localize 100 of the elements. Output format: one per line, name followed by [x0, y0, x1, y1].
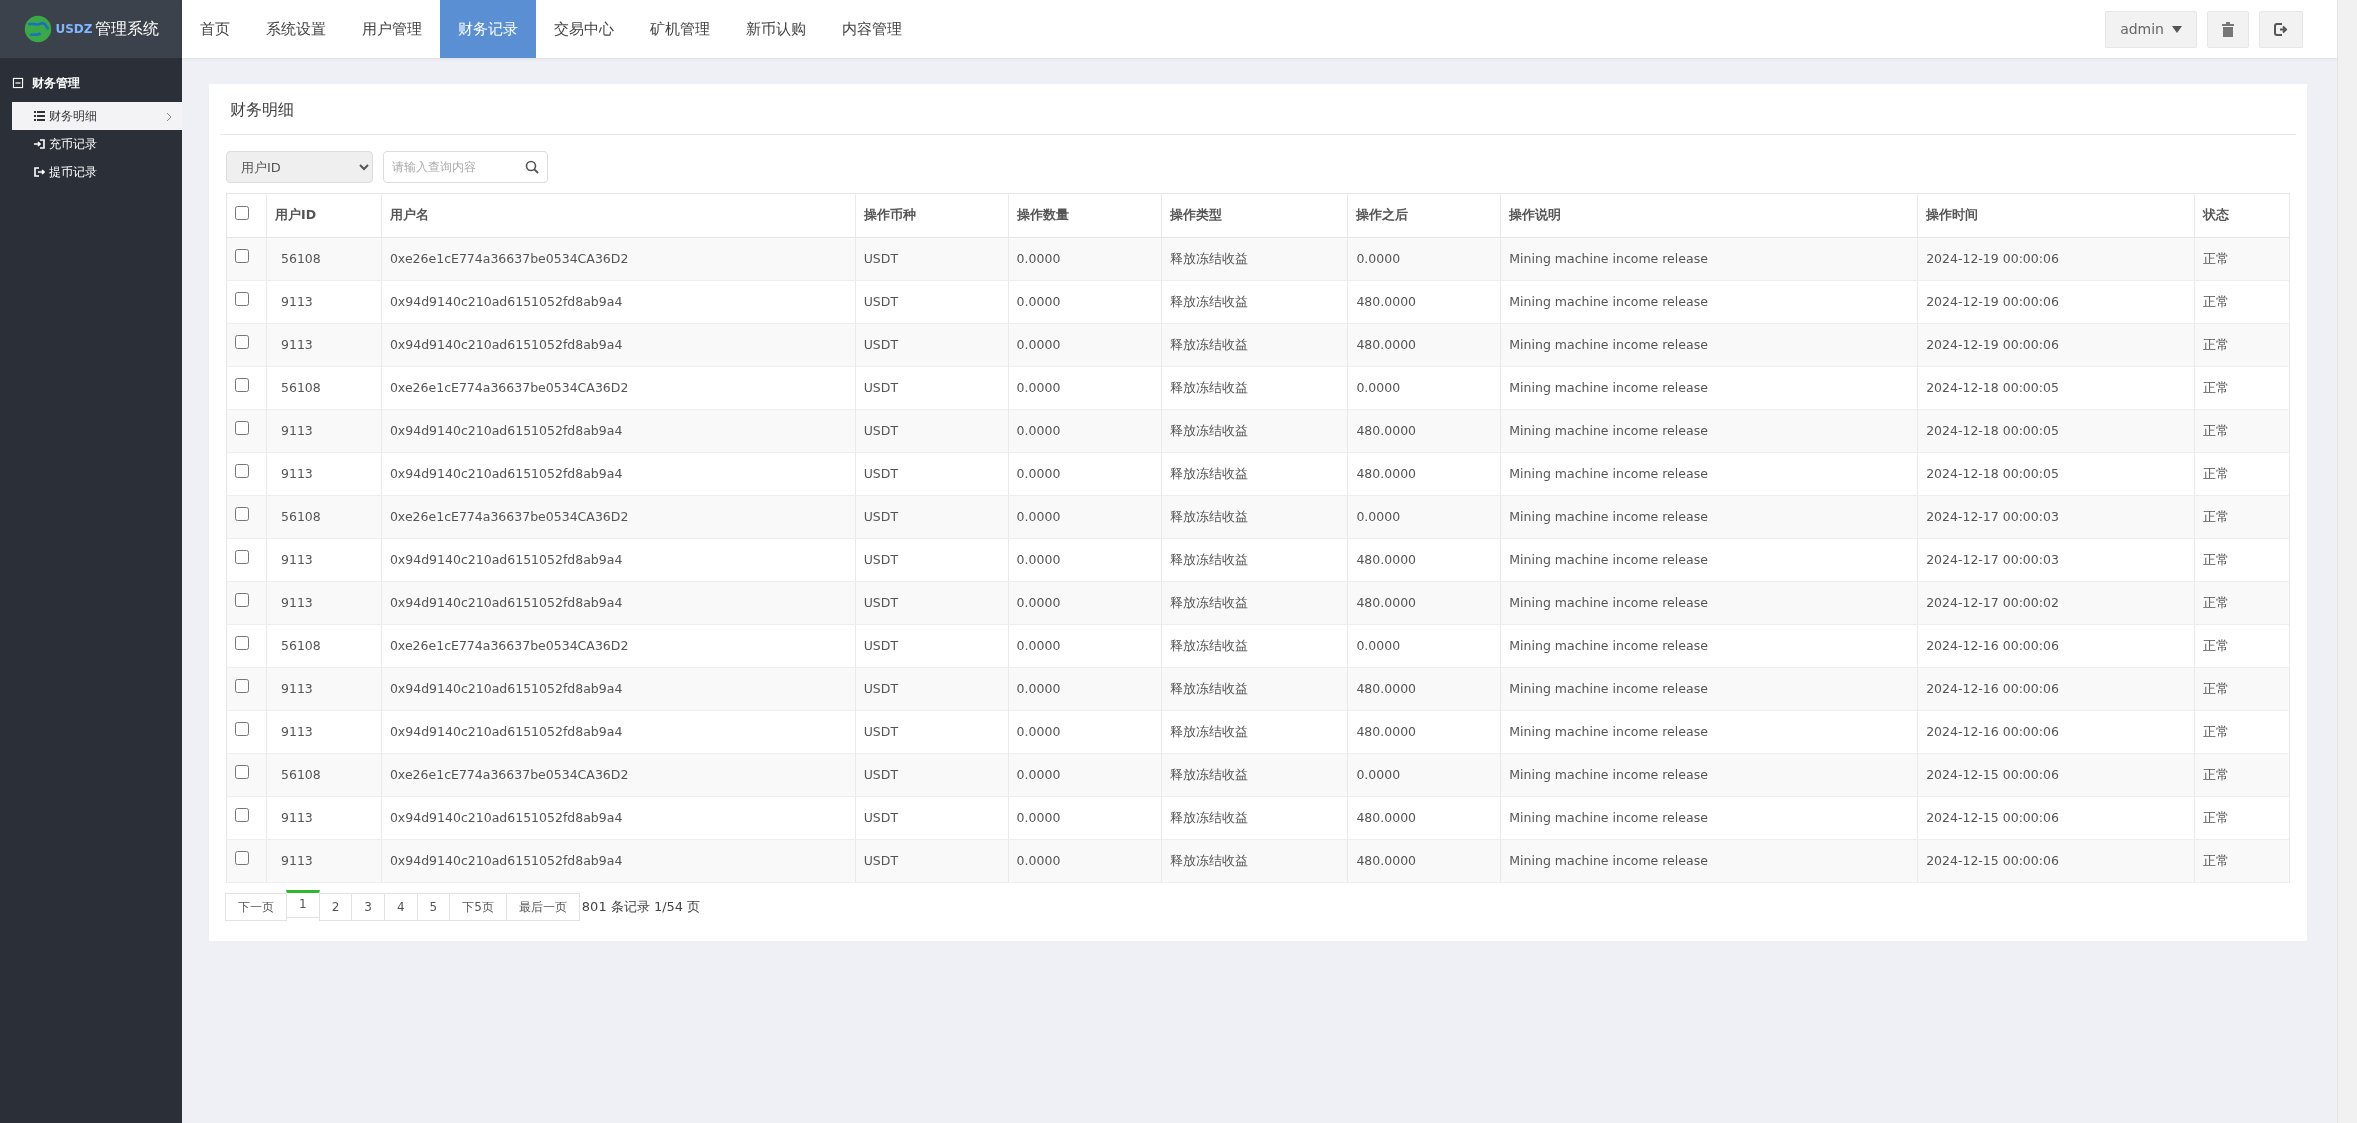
row-checkbox[interactable]	[235, 593, 249, 608]
nav-tab[interactable]: 新币认购	[728, 0, 824, 58]
column-header: 操作币种	[855, 193, 1009, 238]
column-header: 用户ID	[266, 193, 382, 238]
table-cell: 正常	[2194, 237, 2290, 281]
row-checkbox[interactable]	[235, 421, 249, 436]
table-cell: 0x94d9140c210ad6151052fd8ab9a4	[381, 409, 856, 453]
table-cell: 56108	[266, 495, 382, 539]
table-cell: 释放冻结收益	[1161, 839, 1348, 883]
table-cell: 480.0000	[1347, 323, 1501, 367]
sidebar-item[interactable]: 财务明细	[12, 102, 182, 130]
table-cell: 释放冻结收益	[1161, 710, 1348, 754]
row-checkbox[interactable]	[235, 851, 249, 866]
table-cell: 2024-12-19 00:00:06	[1917, 323, 2195, 367]
table-cell: 480.0000	[1347, 280, 1501, 324]
scrollbar[interactable]	[2337, 0, 2357, 1123]
table-cell: Mining machine income release	[1500, 366, 1918, 410]
table-cell: Mining machine income release	[1500, 452, 1918, 496]
table-cell: Mining machine income release	[1500, 538, 1918, 582]
table-cell: Mining machine income release	[1500, 409, 1918, 453]
column-header: 操作说明	[1500, 193, 1918, 238]
table-cell: 0xe26e1cE774a36637be0534CA36D2	[381, 624, 856, 668]
row-checkbox[interactable]	[235, 292, 249, 307]
row-checkbox[interactable]	[235, 679, 249, 694]
row-checkbox[interactable]	[235, 722, 249, 737]
nav-tab[interactable]: 用户管理	[344, 0, 440, 58]
logout-button[interactable]	[2259, 10, 2303, 48]
table-cell: USDT	[855, 495, 1009, 539]
page-button[interactable]: 最后一页	[505, 893, 580, 921]
table-cell: 正常	[2194, 452, 2290, 496]
table-cell: Mining machine income release	[1500, 839, 1918, 883]
row-checkbox[interactable]	[235, 335, 249, 350]
table-cell: 480.0000	[1347, 581, 1501, 625]
row-checkbox[interactable]	[235, 808, 249, 823]
table-cell: 0x94d9140c210ad6151052fd8ab9a4	[381, 796, 856, 840]
table-cell: USDT	[855, 581, 1009, 625]
page-button[interactable]: 1	[286, 890, 320, 918]
row-checkbox[interactable]	[235, 550, 249, 565]
panel-title: 财务明细	[220, 84, 2296, 135]
table-cell: 480.0000	[1347, 796, 1501, 840]
table-cell: Mining machine income release	[1500, 796, 1918, 840]
table-cell: 9113	[266, 452, 382, 496]
table-cell: 正常	[2194, 581, 2290, 625]
table-cell: 0.0000	[1008, 839, 1161, 883]
sidebar-item[interactable]: 充币记录	[12, 130, 182, 158]
sidebar-item[interactable]: 提币记录	[12, 158, 182, 186]
row-checkbox[interactable]	[235, 378, 249, 393]
table-cell: 56108	[266, 366, 382, 410]
page-button[interactable]: 下一页	[225, 893, 287, 921]
table-cell: 释放冻结收益	[1161, 538, 1348, 582]
table-cell: 9113	[266, 710, 382, 754]
table-cell: 0xe26e1cE774a36637be0534CA36D2	[381, 366, 856, 410]
table-cell: 正常	[2194, 280, 2290, 324]
table-cell: 释放冻结收益	[1161, 409, 1348, 453]
page-button[interactable]: 4	[383, 893, 418, 921]
chevron-right-icon	[166, 111, 172, 122]
filter-select[interactable]: 用户ID	[226, 151, 373, 183]
user-menu-button[interactable]: admin	[2105, 10, 2197, 48]
table-cell: 9113	[266, 667, 382, 711]
page-button[interactable]: 5	[416, 893, 451, 921]
row-checkbox[interactable]	[235, 636, 249, 651]
select-all-checkbox[interactable]	[235, 205, 249, 220]
table-cell: 释放冻结收益	[1161, 753, 1348, 797]
table-cell: 正常	[2194, 538, 2290, 582]
row-checkbox[interactable]	[235, 249, 249, 264]
row-checkbox[interactable]	[235, 464, 249, 479]
table-cell: 正常	[2194, 667, 2290, 711]
column-header: 用户名	[381, 193, 856, 238]
table-cell: 0x94d9140c210ad6151052fd8ab9a4	[381, 452, 856, 496]
nav-tab[interactable]: 首页	[182, 0, 248, 58]
delete-button[interactable]	[2207, 10, 2249, 48]
table-cell: 释放冻结收益	[1161, 452, 1348, 496]
nav-tab[interactable]: 内容管理	[824, 0, 920, 58]
table-cell: USDT	[855, 624, 1009, 668]
page-button[interactable]: 3	[351, 893, 385, 921]
table-cell: 正常	[2194, 409, 2290, 453]
table-cell: 0x94d9140c210ad6151052fd8ab9a4	[381, 581, 856, 625]
table-cell: 9113	[266, 538, 382, 582]
logo-text: USDZ	[55, 21, 93, 38]
column-header: 操作时间	[1917, 193, 2195, 238]
page-button[interactable]: 下5页	[449, 893, 507, 921]
table-cell: USDT	[855, 280, 1009, 324]
table-cell: 0xe26e1cE774a36637be0534CA36D2	[381, 237, 856, 281]
table-cell: Mining machine income release	[1500, 581, 1918, 625]
table-cell: 0.0000	[1008, 323, 1161, 367]
table-cell: 0x94d9140c210ad6151052fd8ab9a4	[381, 280, 856, 324]
table-cell: 释放冻结收益	[1161, 667, 1348, 711]
page-button[interactable]: 2	[318, 893, 353, 921]
row-checkbox[interactable]	[235, 765, 249, 780]
table-cell: 释放冻结收益	[1161, 366, 1348, 410]
table-cell: 0.0000	[1347, 237, 1501, 281]
nav-tab[interactable]: 交易中心	[536, 0, 632, 58]
collapse-icon[interactable]	[12, 77, 24, 89]
app-title: 管理系统	[94, 18, 159, 40]
row-checkbox[interactable]	[235, 507, 249, 522]
table-cell: 释放冻结收益	[1161, 624, 1348, 668]
search-field[interactable]: 请输入查询内容	[383, 151, 548, 183]
table-cell: USDT	[855, 323, 1009, 367]
nav-tab[interactable]: 矿机管理	[632, 0, 728, 58]
nav-tab[interactable]: 系统设置	[248, 0, 344, 58]
